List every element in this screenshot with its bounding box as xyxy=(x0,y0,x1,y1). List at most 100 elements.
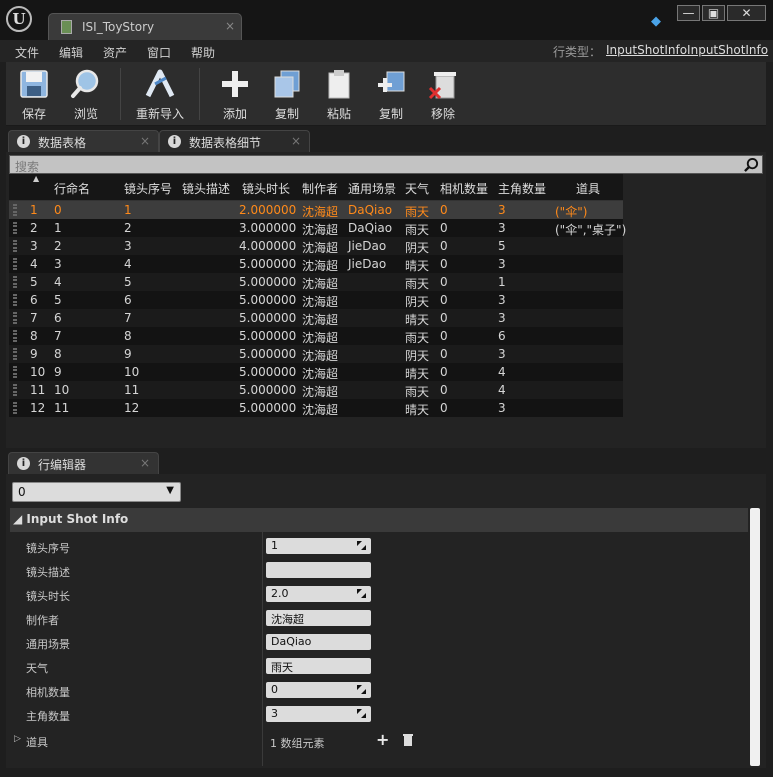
drag-handle-icon[interactable] xyxy=(13,258,17,270)
column-header[interactable]: 天气 xyxy=(405,180,429,197)
expand-arrow-icon[interactable]: ▷ xyxy=(14,734,21,744)
tab-close-icon[interactable]: × xyxy=(225,19,235,33)
menu-help[interactable]: 帮助 xyxy=(191,44,215,61)
column-header[interactable]: 镜头序号 xyxy=(124,180,172,197)
close-window-button[interactable]: ✕ xyxy=(727,5,766,21)
tutorial-cap-icon[interactable]: ◆ xyxy=(648,14,664,29)
property-value-field[interactable] xyxy=(266,562,371,578)
table-row[interactable]: 4 3 4 5.000000 沈海超 JieDao 晴天 0 3 xyxy=(9,255,623,273)
drag-handle-icon[interactable] xyxy=(13,330,17,342)
column-header[interactable]: 制作者 xyxy=(302,180,338,197)
table-row[interactable]: 9 8 9 5.000000 沈海超 阴天 0 3 xyxy=(9,345,623,363)
table-row[interactable]: 1 0 1 2.000000 沈海超 DaQiao 雨天 0 3 ("伞") xyxy=(9,201,623,219)
property-value-field[interactable]: 雨天 xyxy=(266,658,371,674)
table-row[interactable]: 2 1 2 3.000000 沈海超 DaQiao 雨天 0 3 ("伞","桌子") xyxy=(9,219,626,237)
table-row[interactable]: 7 6 7 5.000000 沈海超 晴天 0 3 xyxy=(9,309,623,327)
property-value-field[interactable]: 沈海超 xyxy=(266,610,371,626)
reimport-button[interactable]: 重新导入 xyxy=(132,62,188,126)
row-type-link[interactable]: InputShotInfoInputShotInfo xyxy=(606,43,768,57)
table-cell: 雨天 xyxy=(405,223,430,237)
browse-button[interactable]: 浏览 xyxy=(59,62,113,126)
column-header[interactable]: 通用场景 xyxy=(348,180,396,197)
column-header[interactable]: 镜头描述 xyxy=(182,180,230,197)
menu-window[interactable]: 窗口 xyxy=(147,44,171,61)
duplicate-button[interactable]: 复制 xyxy=(364,62,418,126)
remove-row-button[interactable]: 移除 xyxy=(416,62,470,126)
tab-close-icon[interactable]: × xyxy=(140,456,150,470)
spin-arrows-icon[interactable] xyxy=(357,541,366,550)
tab-close-icon[interactable]: × xyxy=(291,134,301,148)
scrollbar[interactable] xyxy=(750,508,760,766)
drag-handle-icon[interactable] xyxy=(13,276,17,288)
table-cell: 沈海超 xyxy=(302,385,339,399)
drag-handle-icon[interactable] xyxy=(13,294,17,306)
tab-row-editor-label: 行编辑器 xyxy=(38,458,87,472)
search-input[interactable]: 搜索 xyxy=(9,155,763,174)
menu-asset[interactable]: 资产 xyxy=(103,44,127,61)
spin-arrows-icon[interactable] xyxy=(357,589,366,598)
info-icon: i xyxy=(168,135,181,148)
table-cell: 5.000000 xyxy=(239,329,297,343)
property-value-field[interactable]: 2.0 xyxy=(266,586,371,602)
table-row[interactable]: 6 5 6 5.000000 沈海超 阴天 0 3 xyxy=(9,291,623,309)
table-row[interactable]: 8 7 8 5.000000 沈海超 雨天 0 6 xyxy=(9,327,623,345)
minimize-button[interactable]: — xyxy=(677,5,700,21)
tab-data-table[interactable]: i 数据表格 × xyxy=(8,130,159,152)
property-value-field[interactable]: 1 xyxy=(266,538,371,554)
tab-details-label: 数据表格细节 xyxy=(189,136,262,150)
add-row-button[interactable]: 添加 xyxy=(208,62,262,126)
table-cell: 11 xyxy=(124,383,140,397)
drag-handle-icon[interactable] xyxy=(13,312,17,324)
table-cell: 5.000000 xyxy=(239,347,297,361)
save-button[interactable]: 保存 xyxy=(7,62,61,126)
spin-arrows-icon[interactable] xyxy=(357,685,366,694)
column-header[interactable]: 行命名 xyxy=(54,180,90,197)
table-header: ▲ 行命名 镜头序号 镜头描述 镜头时长 制作者 通用场景 天气 相机数量 主角… xyxy=(9,174,623,201)
property-value-field[interactable]: 0 xyxy=(266,682,371,698)
column-divider[interactable] xyxy=(262,508,263,766)
tab-data-table-details[interactable]: i 数据表格细节 × xyxy=(159,130,310,152)
property-value-field[interactable]: DaQiao xyxy=(266,634,371,650)
table-cell: ("伞") xyxy=(555,205,588,219)
column-header[interactable]: 相机数量 xyxy=(440,180,488,197)
table-cell: 0 xyxy=(54,203,62,217)
maximize-button[interactable]: ▣ xyxy=(702,5,725,21)
table-row[interactable]: 12 11 12 5.000000 沈海超 晴天 0 3 xyxy=(9,399,623,417)
drag-handle-icon[interactable] xyxy=(13,402,17,414)
search-icon[interactable] xyxy=(744,157,759,172)
save-label: 保存 xyxy=(21,107,46,121)
column-header[interactable]: 主角数量 xyxy=(498,180,546,197)
sort-ascending-icon[interactable]: ▲ xyxy=(33,174,39,183)
row-select-dropdown[interactable]: 0 ▼ xyxy=(12,482,181,502)
tab-row-editor[interactable]: i 行编辑器 × xyxy=(8,452,159,474)
menu-file[interactable]: 文件 xyxy=(15,44,39,61)
table-cell: 3 xyxy=(498,203,506,217)
table-row[interactable]: 10 9 10 5.000000 沈海超 晴天 0 4 xyxy=(9,363,623,381)
clipboard-icon xyxy=(328,70,350,99)
category-header[interactable]: ◢ Input Shot Info xyxy=(10,508,748,532)
drag-handle-icon[interactable] xyxy=(13,348,17,360)
trash-icon[interactable] xyxy=(402,733,414,746)
column-header[interactable]: 镜头时长 xyxy=(242,180,290,197)
drag-handle-icon[interactable] xyxy=(13,204,17,216)
table-row[interactable]: 3 2 3 4.000000 沈海超 JieDao 阴天 0 5 xyxy=(9,237,623,255)
menu-edit[interactable]: 编辑 xyxy=(59,44,83,61)
spin-arrows-icon[interactable] xyxy=(357,709,366,718)
drag-handle-icon[interactable] xyxy=(13,384,17,396)
tab-close-icon[interactable]: × xyxy=(140,134,150,148)
table-cell: 晴天 xyxy=(405,403,430,417)
column-header[interactable]: 道具 xyxy=(576,180,600,197)
property-value-field[interactable]: 3 xyxy=(266,706,371,722)
table-row[interactable]: 11 10 11 5.000000 沈海超 雨天 0 4 xyxy=(9,381,623,399)
document-tab[interactable]: ISI_ToyStory × xyxy=(48,13,242,40)
copy-button[interactable]: 复制 xyxy=(260,62,314,126)
drag-handle-icon[interactable] xyxy=(13,222,17,234)
drag-handle-icon[interactable] xyxy=(13,366,17,378)
collapse-arrow-icon[interactable]: ◢ xyxy=(13,512,22,526)
table-cell: 阴天 xyxy=(405,349,430,363)
drag-handle-icon[interactable] xyxy=(13,240,17,252)
add-element-icon[interactable]: + xyxy=(376,730,389,749)
table-cell: 12 xyxy=(124,401,140,415)
paste-button[interactable]: 粘贴 xyxy=(312,62,366,126)
table-row[interactable]: 5 4 5 5.000000 沈海超 雨天 0 1 xyxy=(9,273,623,291)
